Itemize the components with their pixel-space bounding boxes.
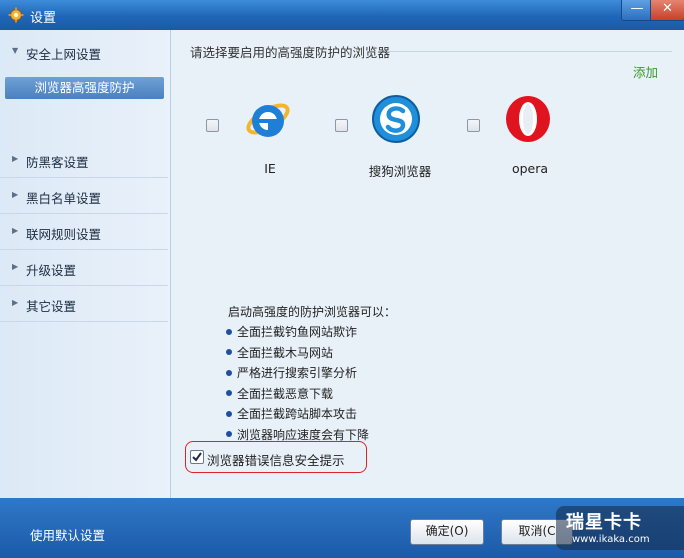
opera-label: opera [511,161,549,176]
opera-checkbox[interactable] [467,119,480,132]
opera-icon [503,94,553,147]
error-prompt-checkbox[interactable] [190,450,204,464]
sidebar-item-label: 安全上网设置 [26,47,102,62]
add-browser-link[interactable]: 添加 [633,62,658,81]
list-item: 严格进行搜索引擎分析 [226,364,369,385]
sidebar-item-other[interactable]: ▶ 其它设置 [0,286,168,322]
error-prompt-label[interactable]: 浏览器错误信息安全提示 [207,450,345,469]
sidebar-item-anti-hacker[interactable]: ▶ 防黑客设置 [0,142,168,178]
sogou-icon [371,94,421,147]
ie-label: IE [264,161,276,176]
bullet-icon [226,369,232,376]
chevron-right-icon: ▶ [12,154,19,163]
sidebar-item-label: 升级设置 [26,263,77,278]
window-title: 设置 [30,11,57,26]
use-default-settings-button[interactable]: 使用默认设置 [30,525,105,544]
content-panel: 请选择要启用的高强度防护的浏览器 添加 IE 搜狗浏览器 opera 启动高强度… [171,30,684,498]
chevron-right-icon: ▶ [12,190,19,199]
section-heading: 请选择要启用的高强度防护的浏览器 [190,45,391,60]
list-item: 全面拦截恶意下载 [226,385,369,406]
checkmark-icon [192,452,202,462]
ie-icon [243,94,293,147]
sidebar-item-network-rules[interactable]: ▶ 联网规则设置 [0,214,168,250]
watermark-brand: 瑞星卡卡 [566,512,642,533]
sidebar-item-label: 黑白名单设置 [26,191,102,206]
benefit-list: 全面拦截钓鱼网站欺诈 全面拦截木马网站 严格进行搜索引擎分析 全面拦截恶意下载 … [226,323,369,447]
section-divider [387,51,672,52]
minimize-button[interactable]: — [621,0,653,21]
chevron-right-icon: ▶ [12,298,19,307]
sidebar-item-label: 联网规则设置 [26,227,102,242]
sidebar-item-label: 其它设置 [26,299,77,314]
chevron-down-icon: ▼ [12,46,19,55]
bullet-icon [226,410,232,417]
watermark-url: www.ikaka.com [572,534,650,545]
list-item: 全面拦截钓鱼网站欺诈 [226,323,369,344]
ie-checkbox[interactable] [206,119,219,132]
sogou-checkbox[interactable] [335,119,348,132]
bullet-icon [226,349,232,356]
sidebar-subitem-browser-protection[interactable]: 浏览器高强度防护 [5,77,164,99]
bullet-icon [226,431,232,438]
sogou-label: 搜狗浏览器 [368,164,432,179]
list-item: 全面拦截跨站脚本攻击 [226,405,369,426]
sidebar: ▼ 安全上网设置 浏览器高强度防护 ▶ 防黑客设置 ▶ 黑白名单设置 ▶ 联网规… [0,30,171,498]
gear-icon [8,7,24,23]
title-bar: 设置 — ✕ [0,0,684,30]
sidebar-item-label: 防黑客设置 [26,155,89,170]
sidebar-item-safe-browsing[interactable]: ▼ 安全上网设置 [0,34,168,69]
chevron-right-icon: ▶ [12,262,19,271]
ok-button[interactable]: 确定(O) [410,519,484,545]
bullet-icon [226,390,232,397]
sidebar-item-blackwhite-list[interactable]: ▶ 黑白名单设置 [0,178,168,214]
sidebar-item-upgrade[interactable]: ▶ 升级设置 [0,250,168,286]
chevron-right-icon: ▶ [12,226,19,235]
close-button[interactable]: ✕ [650,0,684,21]
list-item: 全面拦截木马网站 [226,344,369,365]
bullet-icon [226,328,232,335]
info-title: 启动高强度的防护浏览器可以： [228,305,397,319]
